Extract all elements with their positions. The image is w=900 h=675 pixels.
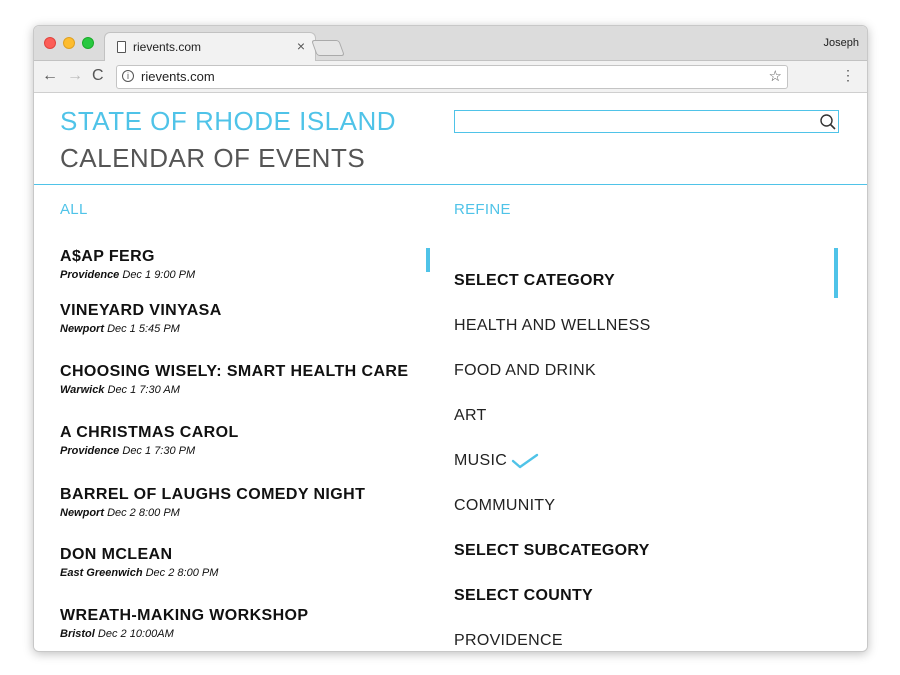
event-item[interactable]: A$AP FERG Providence Dec 1 9:00 PM bbox=[60, 248, 430, 281]
select-category-heading[interactable]: SELECT CATEGORY bbox=[454, 272, 615, 290]
category-health-and-wellness[interactable]: HEALTH AND WELLNESS bbox=[454, 317, 651, 335]
event-time: 8:00 PM bbox=[138, 507, 180, 519]
event-item[interactable]: A CHRISTMAS CAROL Providence Dec 1 7:30 … bbox=[60, 424, 430, 457]
event-time: 9:00 PM bbox=[154, 269, 196, 281]
event-city: Warwick bbox=[60, 384, 105, 396]
event-city: Providence bbox=[60, 445, 120, 457]
search-icon[interactable] bbox=[819, 113, 837, 131]
header-divider bbox=[34, 184, 867, 185]
event-meta: Warwick Dec 1 7:30 AM bbox=[60, 384, 430, 396]
tab-close-icon[interactable]: × bbox=[297, 38, 305, 54]
back-arrow-icon[interactable]: ← bbox=[42, 66, 58, 86]
event-date: Dec 1 bbox=[107, 323, 136, 335]
refine-label: REFINE bbox=[454, 201, 511, 218]
event-title[interactable]: CHOOSING WISELY: SMART HEALTH CARE bbox=[60, 363, 430, 381]
event-time: 10:00AM bbox=[129, 628, 174, 640]
event-meta: Newport Dec 1 5:45 PM bbox=[60, 323, 430, 335]
url-text[interactable]: rievents.com bbox=[141, 69, 215, 84]
select-subcategory-heading[interactable]: SELECT SUBCATEGORY bbox=[454, 542, 650, 560]
event-item[interactable]: BARREL OF LAUGHS COMEDY NIGHT Newport De… bbox=[60, 486, 430, 519]
event-city: Bristol bbox=[60, 628, 95, 640]
event-date: Dec 2 bbox=[107, 507, 136, 519]
event-item[interactable]: VINEYARD VINYASA Newport Dec 1 5:45 PM bbox=[60, 302, 430, 335]
event-time: 7:30 PM bbox=[154, 445, 196, 457]
event-date: Dec 2 bbox=[97, 628, 127, 640]
browser-menu-icon[interactable]: ⋮ bbox=[841, 67, 855, 83]
profile-name[interactable]: Joseph bbox=[824, 37, 859, 49]
category-food-and-drink[interactable]: FOOD AND DRINK bbox=[454, 362, 596, 380]
category-art[interactable]: ART bbox=[454, 407, 487, 425]
event-title[interactable]: A CHRISTMAS CAROL bbox=[60, 424, 430, 442]
title-bar: rievents.com × Joseph bbox=[34, 26, 867, 62]
event-title[interactable]: WREATH-MAKING WORKSHOP bbox=[60, 607, 430, 625]
checkmark-icon bbox=[511, 453, 539, 469]
calendar-title: CALENDAR OF EVENTS bbox=[60, 143, 366, 173]
all-label[interactable]: ALL bbox=[60, 201, 88, 218]
close-window-button[interactable] bbox=[44, 37, 56, 49]
search-input[interactable] bbox=[454, 110, 839, 133]
event-date: Dec 1 bbox=[122, 269, 152, 281]
event-title[interactable]: BARREL OF LAUGHS COMEDY NIGHT bbox=[60, 486, 430, 504]
category-music[interactable]: MUSIC bbox=[454, 452, 574, 474]
forward-arrow-icon[interactable]: → bbox=[67, 66, 83, 86]
maximize-window-button[interactable] bbox=[82, 37, 94, 49]
select-county-heading[interactable]: SELECT COUNTY bbox=[454, 587, 593, 605]
new-tab-button[interactable] bbox=[311, 40, 345, 56]
event-title[interactable]: A$AP FERG bbox=[60, 248, 430, 266]
minimize-window-button[interactable] bbox=[63, 37, 75, 49]
event-item[interactable]: CHOOSING WISELY: SMART HEALTH CARE Warwi… bbox=[60, 363, 430, 396]
event-city: Newport bbox=[60, 507, 104, 519]
document-icon bbox=[117, 41, 126, 53]
event-meta: East Greenwich Dec 2 8:00 PM bbox=[60, 567, 430, 579]
page-content: STATE OF RHODE ISLAND CALENDAR OF EVENTS… bbox=[34, 93, 867, 651]
event-time: 7:30 AM bbox=[139, 384, 180, 396]
reload-icon[interactable]: C bbox=[92, 66, 104, 86]
address-bar[interactable]: i rievents.com ☆ bbox=[116, 65, 788, 89]
event-title[interactable]: VINEYARD VINYASA bbox=[60, 302, 430, 320]
event-title[interactable]: DON MCLEAN bbox=[60, 546, 430, 564]
event-list-scrollbar[interactable] bbox=[426, 248, 430, 272]
browser-window: rievents.com × Joseph ← → C i rievents.c… bbox=[33, 25, 868, 652]
browser-toolbar: ← → C i rievents.com ☆ ⋮ bbox=[34, 61, 867, 93]
category-music-label: MUSIC bbox=[454, 452, 508, 469]
tab-title: rievents.com bbox=[133, 40, 202, 54]
county-providence[interactable]: PROVIDENCE bbox=[454, 632, 563, 650]
event-meta: Providence Dec 1 7:30 PM bbox=[60, 445, 430, 457]
event-time: 5:45 PM bbox=[138, 323, 180, 335]
category-community[interactable]: COMMUNITY bbox=[454, 497, 555, 515]
event-date: Dec 1 bbox=[107, 384, 137, 396]
event-city: Providence bbox=[60, 269, 120, 281]
event-date: Dec 1 bbox=[122, 445, 152, 457]
event-meta: Newport Dec 2 8:00 PM bbox=[60, 507, 430, 519]
event-city: Newport bbox=[60, 323, 104, 335]
event-item[interactable]: DON MCLEAN East Greenwich Dec 2 8:00 PM bbox=[60, 546, 430, 579]
event-date: Dec 2 bbox=[145, 567, 175, 579]
browser-tab[interactable]: rievents.com × bbox=[104, 32, 316, 62]
state-title: STATE OF RHODE ISLAND bbox=[60, 106, 397, 136]
refine-list-scrollbar[interactable] bbox=[834, 248, 838, 298]
event-city: East Greenwich bbox=[60, 567, 143, 579]
event-meta: Providence Dec 1 9:00 PM bbox=[60, 269, 430, 281]
event-time: 8:00 PM bbox=[177, 567, 219, 579]
bookmark-star-icon[interactable]: ☆ bbox=[769, 67, 782, 85]
info-icon[interactable]: i bbox=[122, 70, 134, 82]
event-item[interactable]: WREATH-MAKING WORKSHOP Bristol Dec 2 10:… bbox=[60, 607, 430, 640]
event-meta: Bristol Dec 2 10:00AM bbox=[60, 628, 430, 640]
